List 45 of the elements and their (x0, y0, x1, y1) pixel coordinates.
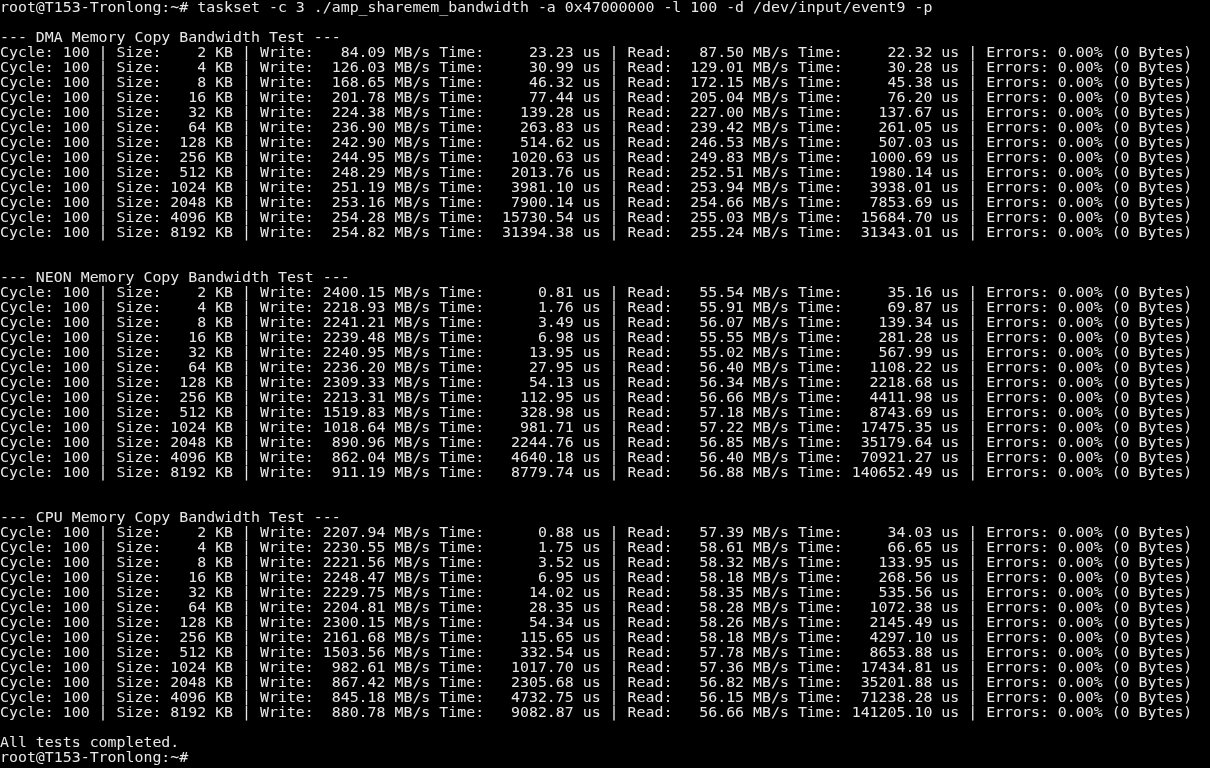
result-line: Cycle: 100 | Size: 1024 KB | Write: 251.19 MB/s Time: 3981.10 us | Read: 253.94 MB/s Time: 3938.01 us | Errors: 0.00% (0 Bytes) (0, 180, 1193, 195)
command-line: root@T153-Tronlong:~# taskset -c 3 ./amp_sharemem_bandwidth -a 0x47000000 -l 100 -d /dev/input/event9 -p (0, 0, 933, 15)
result-line: Cycle: 100 | Size: 4096 KB | Write: 862.04 MB/s Time: 4640.18 us | Read: 56.40 MB/s Time: 70921.27 us | Errors: 0.00% (0 Bytes) (0, 450, 1193, 465)
result-line: Cycle: 100 | Size: 2048 KB | Write: 253.16 MB/s Time: 7900.14 us | Read: 254.66 MB/s Time: 7853.69 us | Errors: 0.00% (0 Bytes) (0, 195, 1193, 210)
result-line: Cycle: 100 | Size: 2 KB | Write: 2207.94 MB/s Time: 0.88 us | Read: 57.39 MB/s Time: 34.03 us | Errors: 0.00% (0 Bytes) (0, 525, 1193, 540)
result-line: Cycle: 100 | Size: 512 KB | Write: 248.29 MB/s Time: 2013.76 us | Read: 252.51 MB/s Time: 1980.14 us | Errors: 0.00% (0 Bytes) (0, 165, 1193, 180)
result-line: Cycle: 100 | Size: 128 KB | Write: 2300.15 MB/s Time: 54.34 us | Read: 58.26 MB/s Time: 2145.49 us | Errors: 0.00% (0 Bytes) (0, 615, 1193, 630)
result-line: Cycle: 100 | Size: 512 KB | Write: 1503.56 MB/s Time: 332.54 us | Read: 57.78 MB/s Time: 8653.88 us | Errors: 0.00% (0 Bytes) (0, 645, 1193, 660)
result-line: Cycle: 100 | Size: 16 KB | Write: 201.78 MB/s Time: 77.44 us | Read: 205.04 MB/s Time: 76.20 us | Errors: 0.00% (0 Bytes) (0, 90, 1193, 105)
result-line: Cycle: 100 | Size: 4 KB | Write: 126.03 MB/s Time: 30.99 us | Read: 129.01 MB/s Time: 30.28 us | Errors: 0.00% (0 Bytes) (0, 60, 1193, 75)
result-line: Cycle: 100 | Size: 2048 KB | Write: 890.96 MB/s Time: 2244.76 us | Read: 56.85 MB/s Time: 35179.64 us | Errors: 0.00% (0 Bytes) (0, 435, 1193, 450)
result-line: Cycle: 100 | Size: 8192 KB | Write: 880.78 MB/s Time: 9082.87 us | Read: 56.66 MB/s Time: 141205.10 us | Errors: 0.00% (0 Bytes) (0, 705, 1193, 720)
result-line: Cycle: 100 | Size: 64 KB | Write: 2204.81 MB/s Time: 28.35 us | Read: 58.28 MB/s Time: 1072.38 us | Errors: 0.00% (0 Bytes) (0, 600, 1193, 615)
result-line: Cycle: 100 | Size: 8 KB | Write: 2221.56 MB/s Time: 3.52 us | Read: 58.32 MB/s Time: 133.95 us | Errors: 0.00% (0 Bytes) (0, 555, 1193, 570)
section-title: --- DMA Memory Copy Bandwidth Test --- (0, 30, 341, 45)
result-line: Cycle: 100 | Size: 8192 KB | Write: 254.82 MB/s Time: 31394.38 us | Read: 255.24 MB/s Time: 31343.01 us | Errors: 0.00% (0 Bytes) (0, 225, 1193, 240)
result-line: Cycle: 100 | Size: 4096 KB | Write: 254.28 MB/s Time: 15730.54 us | Read: 255.03 MB/s Time: 15684.70 us | Errors: 0.00% (0 Bytes) (0, 210, 1193, 225)
result-line: Cycle: 100 | Size: 16 KB | Write: 2239.48 MB/s Time: 6.98 us | Read: 55.55 MB/s Time: 281.28 us | Errors: 0.00% (0 Bytes) (0, 330, 1193, 345)
result-line: Cycle: 100 | Size: 32 KB | Write: 2229.75 MB/s Time: 14.02 us | Read: 58.35 MB/s Time: 535.56 us | Errors: 0.00% (0 Bytes) (0, 585, 1193, 600)
result-line: Cycle: 100 | Size: 512 KB | Write: 1519.83 MB/s Time: 328.98 us | Read: 57.18 MB/s Time: 8743.69 us | Errors: 0.00% (0 Bytes) (0, 405, 1193, 420)
section-title: --- NEON Memory Copy Bandwidth Test --- (0, 270, 350, 285)
result-line: Cycle: 100 | Size: 64 KB | Write: 2236.20 MB/s Time: 27.95 us | Read: 56.40 MB/s Time: 1108.22 us | Errors: 0.00% (0 Bytes) (0, 360, 1193, 375)
result-line: Cycle: 100 | Size: 256 KB | Write: 2213.31 MB/s Time: 112.95 us | Read: 56.66 MB/s Time: 4411.98 us | Errors: 0.00% (0 Bytes) (0, 390, 1193, 405)
completion-message: All tests completed. (0, 735, 180, 750)
result-line: Cycle: 100 | Size: 128 KB | Write: 2309.33 MB/s Time: 54.13 us | Read: 56.34 MB/s Time: 2218.68 us | Errors: 0.00% (0 Bytes) (0, 375, 1193, 390)
result-line: Cycle: 100 | Size: 8 KB | Write: 168.65 MB/s Time: 46.32 us | Read: 172.15 MB/s Time: 45.38 us | Errors: 0.00% (0 Bytes) (0, 75, 1193, 90)
result-line: Cycle: 100 | Size: 2 KB | Write: 2400.15 MB/s Time: 0.81 us | Read: 55.54 MB/s Time: 35.16 us | Errors: 0.00% (0 Bytes) (0, 285, 1193, 300)
result-line: Cycle: 100 | Size: 256 KB | Write: 244.95 MB/s Time: 1020.63 us | Read: 249.83 MB/s Time: 1000.69 us | Errors: 0.00% (0 Bytes) (0, 150, 1193, 165)
section-title: --- CPU Memory Copy Bandwidth Test --- (0, 510, 341, 525)
result-line: Cycle: 100 | Size: 1024 KB | Write: 982.61 MB/s Time: 1017.70 us | Read: 57.36 MB/s Time: 17434.81 us | Errors: 0.00% (0 Bytes) (0, 660, 1193, 675)
result-line: Cycle: 100 | Size: 32 KB | Write: 224.38 MB/s Time: 139.28 us | Read: 227.00 MB/s Time: 137.67 us | Errors: 0.00% (0 Bytes) (0, 105, 1193, 120)
result-line: Cycle: 100 | Size: 8 KB | Write: 2241.21 MB/s Time: 3.49 us | Read: 56.07 MB/s Time: 139.34 us | Errors: 0.00% (0 Bytes) (0, 315, 1193, 330)
result-line: Cycle: 100 | Size: 8192 KB | Write: 911.19 MB/s Time: 8779.74 us | Read: 56.88 MB/s Time: 140652.49 us | Errors: 0.00% (0 Bytes) (0, 465, 1193, 480)
shell-prompt: root@T153-Tronlong:~# (0, 750, 189, 765)
result-line: Cycle: 100 | Size: 128 KB | Write: 242.90 MB/s Time: 514.62 us | Read: 246.53 MB/s Time: 507.03 us | Errors: 0.00% (0 Bytes) (0, 135, 1193, 150)
result-line: Cycle: 100 | Size: 4 KB | Write: 2230.55 MB/s Time: 1.75 us | Read: 58.61 MB/s Time: 66.65 us | Errors: 0.00% (0 Bytes) (0, 540, 1193, 555)
result-line: Cycle: 100 | Size: 1024 KB | Write: 1018.64 MB/s Time: 981.71 us | Read: 57.22 MB/s Time: 17475.35 us | Errors: 0.00% (0 Bytes) (0, 420, 1193, 435)
result-line: Cycle: 100 | Size: 16 KB | Write: 2248.47 MB/s Time: 6.95 us | Read: 58.18 MB/s Time: 268.56 us | Errors: 0.00% (0 Bytes) (0, 570, 1193, 585)
result-line: Cycle: 100 | Size: 2 KB | Write: 84.09 MB/s Time: 23.23 us | Read: 87.50 MB/s Time: 22.32 us | Errors: 0.00% (0 Bytes) (0, 45, 1193, 60)
result-line: Cycle: 100 | Size: 64 KB | Write: 236.90 MB/s Time: 263.83 us | Read: 239.42 MB/s Time: 261.05 us | Errors: 0.00% (0 Bytes) (0, 120, 1193, 135)
result-line: Cycle: 100 | Size: 4 KB | Write: 2218.93 MB/s Time: 1.76 us | Read: 55.91 MB/s Time: 69.87 us | Errors: 0.00% (0 Bytes) (0, 300, 1193, 315)
result-line: Cycle: 100 | Size: 4096 KB | Write: 845.18 MB/s Time: 4732.75 us | Read: 56.15 MB/s Time: 71238.28 us | Errors: 0.00% (0 Bytes) (0, 690, 1193, 705)
result-line: Cycle: 100 | Size: 32 KB | Write: 2240.95 MB/s Time: 13.95 us | Read: 55.02 MB/s Time: 567.99 us | Errors: 0.00% (0 Bytes) (0, 345, 1193, 360)
result-line: Cycle: 100 | Size: 256 KB | Write: 2161.68 MB/s Time: 115.65 us | Read: 58.18 MB/s Time: 4297.10 us | Errors: 0.00% (0 Bytes) (0, 630, 1193, 645)
result-line: Cycle: 100 | Size: 2048 KB | Write: 867.42 MB/s Time: 2305.68 us | Read: 56.82 MB/s Time: 35201.88 us | Errors: 0.00% (0 Bytes) (0, 675, 1193, 690)
